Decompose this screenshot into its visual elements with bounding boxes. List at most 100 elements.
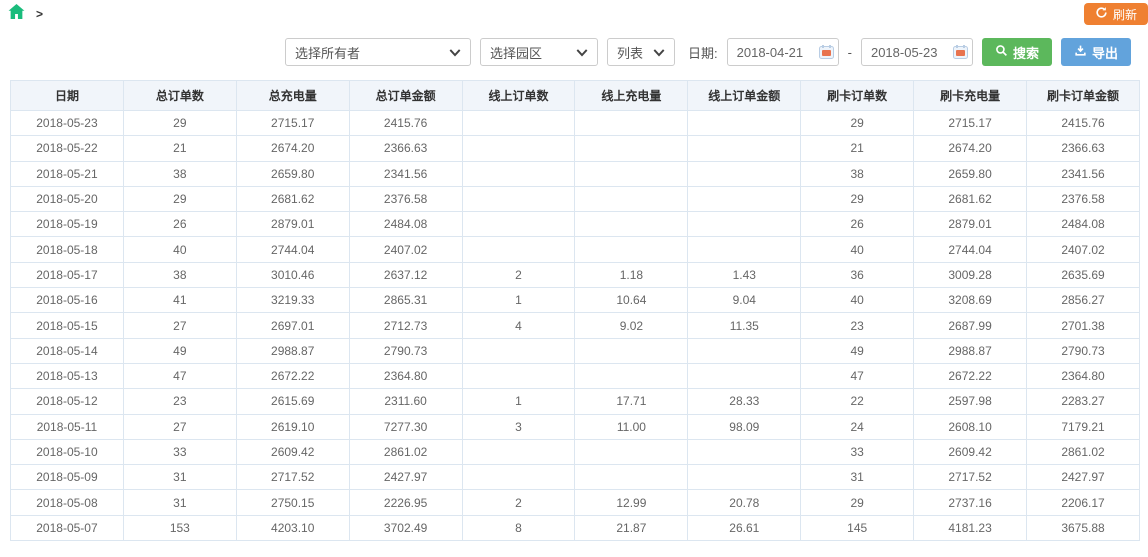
table-cell: 2988.87 — [913, 337, 1028, 364]
table-cell: 40 — [122, 236, 237, 263]
table-row: 2018-05-11 27 2619.10 7277.30 3 11.00 98.09 24 2… — [10, 413, 1140, 440]
table-row: 2018-05-21 38 2659.80 2341.56 38 2659.80 2341.… — [10, 160, 1140, 187]
search-button-label: 搜索 — [1012, 45, 1039, 61]
table-cell: 2018-05-07 — [10, 514, 124, 542]
table-cell: 9.02 — [574, 312, 689, 339]
table-cell: 2018-05-17 — [10, 261, 124, 289]
table-cell — [461, 135, 576, 162]
table-cell: 3 — [461, 413, 576, 440]
chevron-down-icon — [653, 45, 665, 60]
search-button[interactable]: 搜索 — [981, 38, 1052, 66]
table-cell: 2376.58 — [348, 185, 463, 213]
table-cell: 3702.49 — [348, 514, 463, 542]
table-cell — [461, 362, 576, 390]
table-cell: 2750.15 — [235, 489, 350, 516]
export-button-label: 导出 — [1091, 45, 1118, 61]
table-cell: 2717.52 — [235, 464, 350, 491]
table-cell: 2597.98 — [913, 388, 1028, 415]
calendar-icon[interactable] — [952, 45, 968, 59]
table-row: 2018-05-16 41 3219.33 2865.31 1 10.64 9.04 40 32… — [10, 287, 1140, 314]
calendar-icon[interactable] — [818, 45, 834, 59]
column-header: 刷卡订单数 — [800, 80, 915, 111]
table-row: 2018-05-10 33 2609.42 2861.02 33 2609.42 2861.… — [10, 438, 1140, 466]
column-header: 总订单金额 — [348, 80, 463, 111]
table-cell: 38 — [800, 160, 915, 187]
table-cell: 2226.95 — [348, 489, 463, 516]
column-header: 线上订单数 — [461, 80, 576, 111]
table-cell: 38 — [122, 160, 237, 187]
table-cell — [461, 464, 576, 491]
table-cell: 3208.69 — [913, 287, 1028, 314]
table-cell: 98.09 — [687, 413, 802, 440]
home-button[interactable] — [6, 3, 26, 24]
column-header: 刷卡充电量 — [913, 80, 1028, 111]
table-cell: 11.00 — [574, 413, 689, 440]
table-row: 2018-05-12 23 2615.69 2311.60 1 17.71 28.33 22 2… — [10, 388, 1140, 415]
table-row: 2018-05-20 29 2681.62 2376.58 29 2681.62 2376.… — [10, 185, 1140, 213]
table-cell — [687, 337, 802, 364]
export-button[interactable]: 导出 — [1060, 38, 1131, 66]
table-cell — [687, 211, 802, 238]
table-cell: 2018-05-11 — [10, 413, 124, 440]
date-separator: - — [847, 44, 852, 60]
table-cell: 2879.01 — [913, 211, 1028, 238]
table-cell: 2715.17 — [235, 109, 350, 137]
table-cell: 2988.87 — [235, 337, 350, 364]
table-cell: 2615.69 — [235, 388, 350, 415]
table-cell — [687, 185, 802, 213]
table-cell: 2018-05-14 — [10, 337, 124, 364]
view-select[interactable]: 列表 — [607, 38, 675, 66]
table-cell: 38 — [122, 261, 237, 289]
table-cell: 26 — [122, 211, 237, 238]
table-cell: 2283.27 — [1026, 388, 1140, 415]
table-cell — [574, 185, 689, 213]
table-cell: 2018-05-21 — [10, 160, 124, 187]
table-cell: 27 — [122, 413, 237, 440]
table-cell — [687, 160, 802, 187]
table-cell: 24 — [800, 413, 915, 440]
table-cell: 9.04 — [687, 287, 802, 314]
table-cell — [461, 337, 576, 364]
table-row: 2018-05-18 40 2744.04 2407.02 40 2744.04 2407.… — [10, 236, 1140, 263]
table-cell: 2672.22 — [235, 362, 350, 390]
table-cell: 29 — [800, 185, 915, 213]
table-cell: 2018-05-20 — [10, 185, 124, 213]
table-cell: 2018-05-08 — [10, 489, 124, 516]
table-row: 2018-05-08 31 2750.15 2226.95 2 12.99 20.78 29 2… — [10, 489, 1140, 516]
table-cell: 31 — [800, 464, 915, 491]
table-cell: 2744.04 — [235, 236, 350, 263]
table-cell: 2674.20 — [235, 135, 350, 162]
table-cell: 2366.63 — [348, 135, 463, 162]
table-cell: 36 — [800, 261, 915, 289]
table-cell: 4203.10 — [235, 514, 350, 542]
table-cell: 2 — [461, 261, 576, 289]
table-cell: 40 — [800, 287, 915, 314]
owner-select-value: 选择所有者 — [295, 45, 361, 61]
park-select[interactable]: 选择园区 — [480, 38, 598, 66]
table-cell: 3009.28 — [913, 261, 1028, 289]
table-cell: 1.43 — [687, 261, 802, 289]
table-cell: 21 — [122, 135, 237, 162]
table-cell: 2364.80 — [348, 362, 463, 390]
table-cell — [687, 135, 802, 162]
table-cell: 4181.23 — [913, 514, 1028, 542]
column-header: 线上订单金额 — [687, 80, 802, 111]
date-start-field — [726, 38, 839, 66]
table-cell: 1.18 — [574, 261, 689, 289]
table-row: 2018-05-09 31 2717.52 2427.97 31 2717.52 2427.… — [10, 464, 1140, 491]
table-cell: 3675.88 — [1026, 514, 1140, 542]
table-header: 日期 总订单数 总充电量 总订单金额 线上订单数 线上充电量 线上订单金额 刷卡订单数 刷卡充电… — [10, 80, 1140, 111]
table-row: 2018-05-23 29 2715.17 2415.76 29 2715.17 2415.… — [10, 109, 1140, 137]
download-icon — [1074, 44, 1087, 60]
owner-select[interactable]: 选择所有者 — [285, 38, 471, 66]
table-cell: 2609.42 — [235, 438, 350, 466]
table-cell — [461, 109, 576, 137]
table-cell — [574, 362, 689, 390]
refresh-icon — [1095, 6, 1108, 22]
table-cell — [687, 362, 802, 390]
date-end-field — [860, 38, 973, 66]
table-row: 2018-05-17 38 3010.46 2637.12 2 1.18 1.43 36 300… — [10, 261, 1140, 289]
table-cell: 2018-05-23 — [10, 109, 124, 137]
refresh-button[interactable]: 刷新 — [1083, 3, 1148, 25]
table-cell: 2701.38 — [1026, 312, 1140, 339]
